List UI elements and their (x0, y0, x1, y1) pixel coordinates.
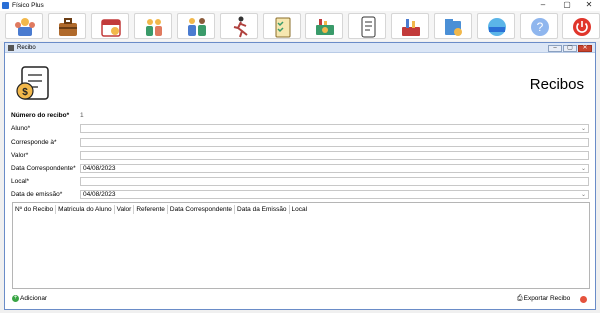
plus-icon: + (12, 294, 19, 302)
runner-icon (233, 16, 248, 38)
export-button-label: Exportar Recibo (523, 295, 571, 302)
power-icon (573, 18, 591, 36)
add-button[interactable]: + Adicionar (12, 293, 47, 304)
data-emissao-value: 04/08/2023 (83, 191, 116, 198)
page-title: Recibos (529, 76, 584, 93)
column-header[interactable]: Valor (115, 205, 135, 214)
toolbar-money-button[interactable] (305, 13, 343, 39)
receipt-icon (8, 45, 14, 51)
column-header[interactable]: Referente (134, 205, 168, 214)
table-header: Nº do Recibo Matricula do Aluno Valor Refer… (13, 205, 309, 214)
toolbar-power-button[interactable] (562, 13, 600, 39)
export-button[interactable]: ⎙Exportar Recibo (517, 293, 570, 304)
recibo-close-button[interactable]: ✕ (578, 45, 592, 52)
recibo-minimize-button[interactable]: – (548, 45, 562, 52)
app-icon (2, 2, 9, 9)
close-button[interactable]: ✕ (578, 0, 600, 11)
toolbar-briefcase-button[interactable] (48, 13, 86, 39)
minimize-button[interactable]: – (532, 0, 554, 11)
recibo-restore-button[interactable]: ▢ (563, 45, 577, 52)
receipt-icon (361, 16, 376, 38)
toolbar-receipt-button[interactable] (348, 13, 386, 39)
toolbar-calendar-button[interactable] (91, 13, 129, 39)
export-icon: ⎙ (517, 295, 523, 302)
recibo-window-title: Recibo (17, 45, 36, 51)
data-correspondente-label: Data Correspondente* (11, 165, 76, 172)
toolbar-checklist-button[interactable] (263, 13, 301, 39)
valor-input[interactable] (80, 151, 589, 160)
toolbar-web-button[interactable] (477, 13, 515, 39)
folder-icon (445, 19, 462, 36)
toolbar-handshake-button[interactable] (177, 13, 215, 39)
briefcase-icon (59, 18, 77, 36)
main-toolbar: ? (0, 11, 600, 41)
data-emissao-picker[interactable]: 04/08/2023 ⌄ (80, 190, 589, 199)
column-header[interactable]: Data Correspondente (168, 205, 236, 214)
column-header[interactable]: Matricula do Aluno (56, 205, 115, 214)
local-label: Local* (11, 178, 30, 185)
data-correspondente-picker[interactable]: 04/08/2023 ⌄ (80, 164, 589, 173)
help-icon: ? (531, 18, 549, 36)
toolbar-runner-button[interactable] (220, 13, 258, 39)
data-correspondente-value: 04/08/2023 (83, 165, 116, 172)
recibo-window: Recibo – ▢ ✕ $ Recibos Número do recibo*… (4, 42, 596, 310)
handshake-icon (188, 18, 206, 36)
web-icon (488, 18, 506, 36)
pdf-icon[interactable] (580, 296, 587, 303)
recibo-window-titlebar: Recibo – ▢ ✕ (5, 43, 595, 53)
local-input[interactable] (80, 177, 589, 186)
family-icon (146, 19, 162, 36)
aluno-select[interactable]: ⌄ (80, 124, 589, 133)
aluno-label: Aluno* (11, 125, 31, 132)
chevron-down-icon: ⌄ (580, 192, 586, 198)
add-button-label: Adicionar (20, 295, 48, 302)
toolbar-tools-button[interactable] (391, 13, 429, 39)
app-title: Físico Plus (12, 2, 44, 9)
chevron-down-icon: ⌄ (580, 166, 586, 172)
numero-value: 1 (80, 112, 84, 119)
toolbar-family-button[interactable] (134, 13, 172, 39)
calendar-icon (101, 19, 121, 37)
column-header[interactable]: Nº do Recibo (13, 205, 57, 214)
valor-label: Valor* (11, 152, 29, 159)
maximize-button[interactable]: ▢ (556, 0, 578, 11)
receipt-logo-icon: $ (16, 66, 49, 100)
recibos-table[interactable]: Nº do Recibo Matricula do Aluno Valor Refer… (12, 202, 590, 289)
tools-icon (402, 19, 420, 36)
chevron-down-icon: ⌄ (580, 126, 586, 132)
users-icon (15, 18, 35, 36)
toolbar-folder-button[interactable] (434, 13, 472, 39)
column-header[interactable]: Local (290, 205, 310, 214)
column-header[interactable]: Data da Emissão (235, 205, 290, 214)
numero-label: Número do recibo* (11, 112, 70, 119)
app-titlebar: Físico Plus – ▢ ✕ (0, 0, 600, 11)
toolbar-users-button[interactable] (5, 13, 43, 39)
toolbar-help-button[interactable]: ? (520, 13, 558, 39)
corresponde-input[interactable] (80, 138, 589, 147)
data-emissao-label: Data de emissão* (11, 191, 63, 198)
money-icon (316, 19, 334, 35)
svg-text:$: $ (22, 87, 28, 98)
corresponde-label: Corresponde à* (11, 139, 57, 146)
svg-text:?: ? (537, 20, 544, 34)
checklist-icon (275, 17, 291, 38)
